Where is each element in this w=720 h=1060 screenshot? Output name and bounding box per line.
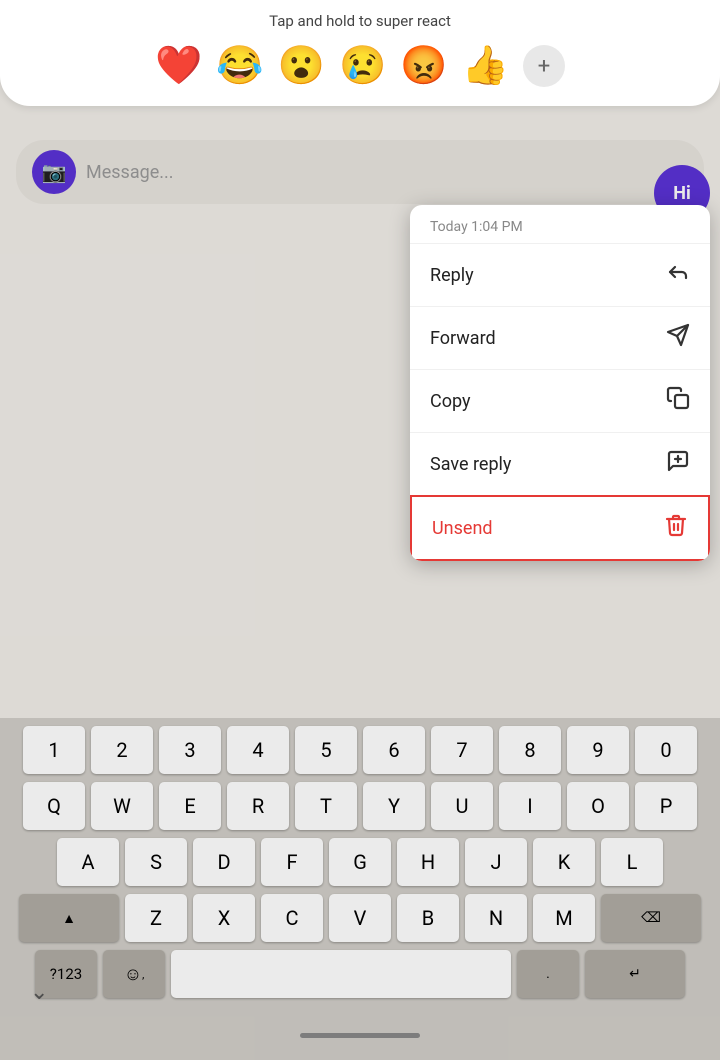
emoji-more-button[interactable]: + — [523, 45, 565, 87]
trash-icon — [664, 513, 688, 543]
menu-item-unsend[interactable]: Unsend — [410, 495, 710, 561]
emoji-row: ❤️ 😂 😮 😢 😡 👍 + — [155, 44, 565, 88]
save-reply-label: Save reply — [430, 454, 511, 475]
menu-item-save-reply[interactable]: Save reply — [410, 432, 710, 495]
emoji-heart[interactable]: ❤️ — [155, 44, 202, 88]
forward-icon — [666, 323, 690, 353]
unsend-label: Unsend — [432, 518, 493, 539]
copy-icon — [666, 386, 690, 416]
emoji-angry[interactable]: 😡 — [400, 44, 447, 88]
emoji-thumbsup[interactable]: 👍 — [462, 44, 509, 88]
reply-label: Reply — [430, 265, 474, 286]
emoji-laugh[interactable]: 😂 — [216, 44, 263, 88]
emoji-reaction-bar: Tap and hold to super react ❤️ 😂 😮 😢 😡 👍… — [0, 0, 720, 106]
emoji-cry[interactable]: 😢 — [339, 44, 386, 88]
copy-label: Copy — [430, 391, 471, 412]
menu-item-forward[interactable]: Forward — [410, 306, 710, 369]
menu-item-reply[interactable]: Reply — [410, 243, 710, 306]
tap-hint-label: Tap and hold to super react — [269, 12, 451, 30]
menu-item-copy[interactable]: Copy — [410, 369, 710, 432]
save-reply-icon — [666, 449, 690, 479]
reply-icon — [666, 260, 690, 290]
emoji-wow[interactable]: 😮 — [278, 44, 325, 88]
menu-timestamp: Today 1:04 PM — [410, 205, 710, 243]
forward-label: Forward — [430, 328, 496, 349]
context-menu: Today 1:04 PM Reply Forward Copy — [410, 205, 710, 561]
